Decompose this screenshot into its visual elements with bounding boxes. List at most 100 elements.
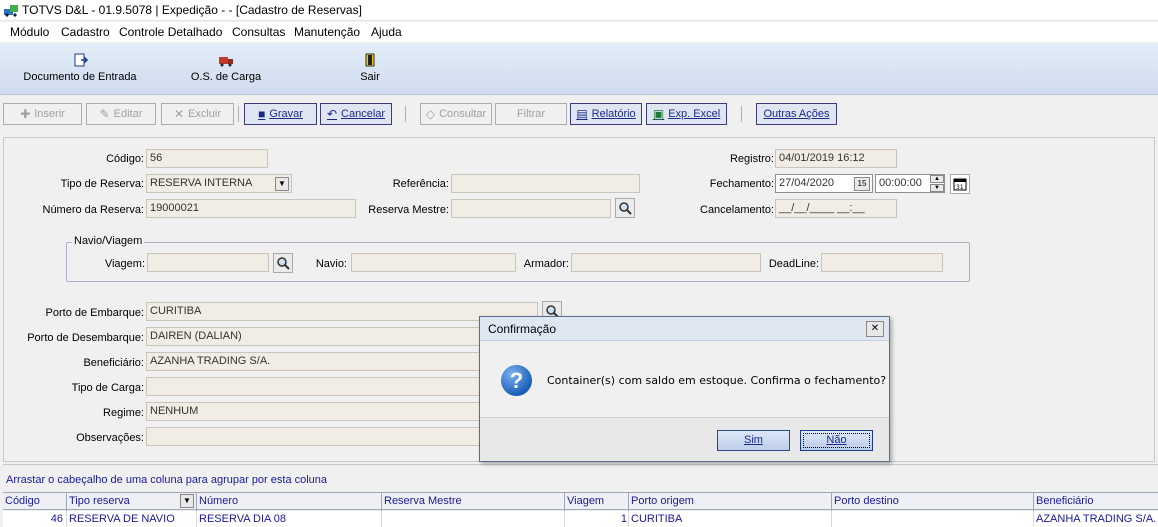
sim-label: Sim	[744, 434, 763, 446]
col-codigo[interactable]: Código	[5, 495, 40, 507]
exp-excel-button[interactable]: ▣ Exp. Excel	[646, 103, 727, 125]
inserir-label: Inserir	[34, 108, 65, 120]
outras-acoes-button[interactable]: Outras Ações	[756, 103, 837, 125]
menu-ajuda[interactable]: Ajuda	[371, 25, 402, 39]
filter-dropdown-icon[interactable]: ▼	[180, 494, 194, 508]
column-divider	[66, 493, 67, 511]
column-divider	[831, 493, 832, 511]
column-divider	[196, 493, 197, 511]
gravar-button[interactable]: ■ Gravar	[244, 103, 317, 125]
calendar-clock-icon: 31	[953, 178, 967, 191]
col-numero[interactable]: Número	[199, 495, 238, 507]
navio-viagem-legend: Navio/Viagem	[72, 235, 145, 247]
menu-bar: Módulo Cadastro Controle Detalhado Consu…	[0, 22, 1158, 42]
sair-button[interactable]: Sair	[340, 43, 400, 93]
viagem-search-button[interactable]	[273, 253, 293, 273]
reserva-mestre-field[interactable]	[451, 199, 611, 218]
column-divider	[564, 493, 565, 511]
excel-icon: ▣	[652, 107, 665, 121]
documento-entrada-button[interactable]: Documento de Entrada	[20, 43, 140, 93]
menu-consultas[interactable]: Consultas	[232, 25, 285, 39]
column-divider	[381, 511, 382, 527]
sim-button[interactable]: Sim	[717, 430, 790, 451]
close-icon[interactable]: ✕	[866, 321, 884, 337]
toolbar-divider	[238, 106, 239, 122]
viagem-field[interactable]	[147, 253, 269, 272]
dialog-footer: Sim Não	[480, 417, 889, 461]
menu-controle-detalhado[interactable]: Controle Detalhado	[119, 25, 222, 39]
os-carga-button[interactable]: O.S. de Carga	[176, 43, 276, 93]
referencia-label: Referência:	[392, 178, 449, 190]
cell-viagem: 1	[620, 513, 627, 525]
chevron-down-icon[interactable]: ▼	[275, 177, 289, 191]
spin-up-icon[interactable]: ▲	[930, 175, 944, 183]
spin-down-icon[interactable]: ▼	[930, 184, 944, 192]
inserir-button[interactable]: ✚ Inserir	[3, 103, 82, 125]
deadline-label: DeadLine:	[768, 258, 819, 270]
cancelar-button[interactable]: ↶ Cancelar	[320, 103, 392, 125]
armador-label: Armador:	[523, 258, 569, 270]
col-beneficiario[interactable]: Beneficiário	[1036, 495, 1093, 507]
toolbar-divider	[741, 106, 742, 122]
editar-label: Editar	[113, 108, 143, 120]
nao-button[interactable]: Não	[800, 430, 873, 451]
deadline-field[interactable]	[821, 253, 943, 272]
col-viagem[interactable]: Viagem	[567, 495, 604, 507]
menu-cadastro[interactable]: Cadastro	[61, 25, 110, 39]
referencia-field[interactable]	[451, 174, 640, 193]
regime-label: Regime:	[103, 407, 144, 419]
printer-icon: ▤	[576, 107, 588, 121]
col-tipo-reserva[interactable]: Tipo reserva	[69, 495, 130, 507]
consultar-button[interactable]: ◇ Consultar	[420, 103, 492, 125]
cell-beneficiario: AZANHA TRADING S/A.	[1036, 513, 1157, 525]
confirmation-dialog: Confirmação ✕ ? Container(s) com saldo e…	[479, 316, 890, 462]
fechamento-label: Fechamento:	[709, 178, 774, 190]
filtrar-button[interactable]: Filtrar	[495, 103, 567, 125]
menu-modulo[interactable]: Módulo	[10, 25, 49, 39]
reserva-mestre-search-button[interactable]	[615, 198, 635, 218]
navio-field[interactable]	[351, 253, 516, 272]
column-divider	[831, 511, 832, 527]
undo-icon: ↶	[326, 107, 338, 121]
toolbar-divider	[405, 106, 406, 122]
cell-numero: RESERVA DIA 08	[199, 513, 287, 525]
col-reserva-mestre[interactable]: Reserva Mestre	[384, 495, 462, 507]
calendar-icon[interactable]: 15	[854, 177, 870, 191]
nao-label: Não	[826, 434, 847, 446]
cell-tipo: RESERVA DE NAVIO	[69, 513, 175, 525]
relatorio-button[interactable]: ▤ Relatório	[570, 103, 642, 125]
save-icon: ■	[258, 107, 266, 121]
clock-calendar-button[interactable]: 31	[950, 174, 970, 194]
col-porto-origem[interactable]: Porto origem	[631, 495, 694, 507]
tipo-carga-label: Tipo de Carga:	[71, 382, 144, 394]
excluir-button[interactable]: ✕ Excluir	[161, 103, 234, 125]
tipo-reserva-label: Tipo de Reserva:	[60, 178, 144, 190]
reserva-mestre-label: Reserva Mestre:	[368, 204, 449, 216]
sair-label: Sair	[360, 71, 380, 83]
tipo-reserva-select[interactable]: RESERVA INTERNA	[146, 174, 292, 193]
column-divider	[381, 493, 382, 511]
armador-field[interactable]	[571, 253, 761, 272]
column-divider	[628, 511, 629, 527]
registro-field[interactable]: 04/01/2019 16:12	[775, 149, 897, 168]
search-icon	[619, 202, 632, 215]
navio-viagem-group: Navio/Viagem Viagem: Navio: Armador: Dea…	[66, 235, 970, 282]
edit-icon: ✎	[99, 107, 110, 121]
app-icon	[4, 5, 18, 17]
column-divider	[196, 511, 197, 527]
title-bar: TOTVS D&L - 01.9.5078 | Expedição - - [C…	[0, 0, 1158, 21]
editar-button[interactable]: ✎ Editar	[86, 103, 156, 125]
documento-entrada-label: Documento de Entrada	[23, 71, 137, 83]
numero-reserva-field[interactable]: 19000021	[146, 199, 356, 218]
dialog-title-bar: Confirmação ✕	[480, 317, 889, 341]
cancelamento-field[interactable]: __/__/____ __:__	[775, 199, 897, 218]
col-porto-destino[interactable]: Porto destino	[834, 495, 899, 507]
viagem-label: Viagem:	[104, 258, 145, 270]
shortcut-toolbar: Documento de Entrada O.S. de Carga Sair	[0, 43, 1158, 95]
eraser-icon: ◇	[425, 107, 436, 121]
table-row[interactable]: 46 RESERVA DE NAVIO RESERVA DIA 08 1 CUR…	[3, 511, 1158, 527]
codigo-field[interactable]: 56	[146, 149, 268, 168]
gravar-label: Gravar	[269, 108, 303, 120]
menu-manutencao[interactable]: Manutenção	[294, 25, 360, 39]
excluir-label: Excluir	[188, 108, 222, 120]
